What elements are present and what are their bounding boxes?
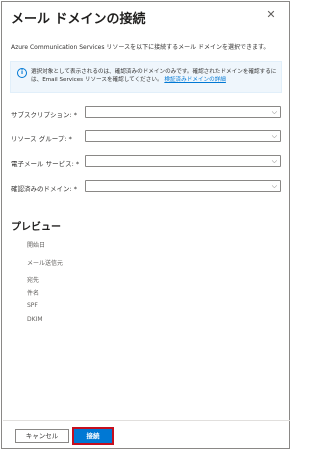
verified-domains-link[interactable]: 検証済みドメインの詳細 xyxy=(164,77,226,83)
preview-title: プレビュー xyxy=(11,222,61,233)
info-banner: i 選択対象として表示されるのは、確認済みのドメインのみです。確認されたドメイン… xyxy=(10,61,282,93)
cancel-button[interactable]: キャンセル xyxy=(15,429,69,443)
preview-to-label: 宛先 xyxy=(27,277,40,284)
connect-button[interactable]: 接続 xyxy=(72,427,114,445)
preview-sender-label: メール送信元 xyxy=(27,260,64,267)
resource-group-dropdown[interactable]: ⌵ xyxy=(85,130,281,142)
chevron-down-icon: ⌵ xyxy=(271,157,277,165)
chevron-down-icon: ⌵ xyxy=(271,108,277,116)
preview-dkim-label: DKIM xyxy=(27,316,43,323)
email-service-row: 電子メール サービス: * ⌵ xyxy=(11,155,283,169)
close-icon[interactable]: ✕ xyxy=(264,8,278,22)
chevron-down-icon: ⌵ xyxy=(271,132,277,140)
email-service-dropdown[interactable]: ⌵ xyxy=(85,155,281,167)
preview-spf-label: SPF xyxy=(27,302,38,309)
info-text: 選択対象として表示されるのは、確認済みのドメインのみです。確認されたドメインを確… xyxy=(31,69,277,83)
verified-domain-dropdown[interactable]: ⌵ xyxy=(85,180,281,192)
verified-domain-label: 確認済みのドメイン: * xyxy=(11,185,78,193)
subscription-dropdown[interactable]: ⌵ xyxy=(85,106,281,118)
chevron-down-icon: ⌵ xyxy=(271,182,277,190)
verified-domain-row: 確認済みのドメイン: * ⌵ xyxy=(11,180,283,194)
email-service-label: 電子メール サービス: * xyxy=(11,160,80,168)
connect-email-domain-panel: メール ドメインの接続 ✕ Azure Communication Servic… xyxy=(1,1,290,449)
info-icon: i xyxy=(17,68,27,78)
footer-divider xyxy=(3,420,290,421)
preview-subject-label: 件名 xyxy=(27,290,40,297)
subscription-label: サブスクリプション: * xyxy=(11,111,78,119)
resource-group-label: リソース グループ: * xyxy=(11,135,72,143)
info-text-container: 選択対象として表示されるのは、確認済みのドメインのみです。確認されたドメインを確… xyxy=(31,68,279,84)
resource-group-row: リソース グループ: * ⌵ xyxy=(11,130,283,144)
panel-description: Azure Communication Services リソースを以下に接続す… xyxy=(11,44,270,51)
panel-title: メール ドメインの接続 xyxy=(11,12,146,27)
preview-start-date-label: 開始日 xyxy=(27,242,46,249)
subscription-row: サブスクリプション: * ⌵ xyxy=(11,106,283,120)
